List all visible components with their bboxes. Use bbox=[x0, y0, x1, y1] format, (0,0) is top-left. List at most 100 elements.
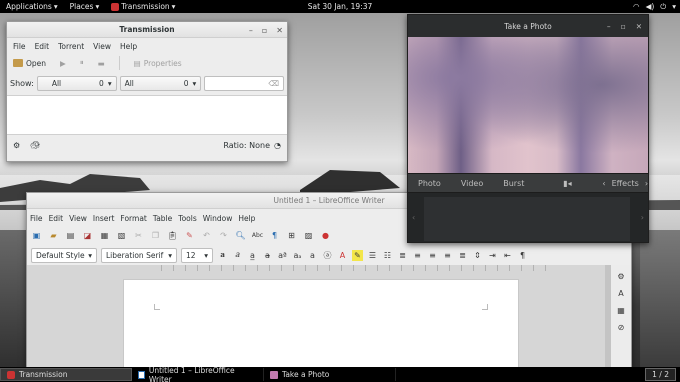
chevron-right-icon[interactable]: › bbox=[641, 213, 644, 222]
search-input[interactable]: ⌫ bbox=[204, 75, 284, 91]
menu-view[interactable]: View bbox=[69, 214, 87, 223]
open-folder-icon[interactable]: ▰ bbox=[48, 230, 59, 241]
bold-icon[interactable]: 𝐚 bbox=[217, 250, 228, 261]
mode-video[interactable]: Video bbox=[451, 179, 493, 188]
mode-burst[interactable]: Burst bbox=[493, 179, 534, 188]
formatting-marks-icon[interactable]: ¶ bbox=[269, 230, 280, 241]
insert-image-icon[interactable]: ▨ bbox=[303, 230, 314, 241]
clear-formatting-icon[interactable]: ⓐ bbox=[322, 250, 333, 261]
save-icon[interactable]: ▤ bbox=[65, 230, 76, 241]
activity-filter-select[interactable]: All 0 ▾ bbox=[36, 75, 117, 91]
open-button[interactable]: Open bbox=[13, 59, 46, 68]
taskbar-item-take-photo[interactable]: Take a Photo bbox=[264, 368, 396, 381]
shadow-icon[interactable]: a bbox=[307, 250, 318, 261]
font-color-icon[interactable]: A bbox=[337, 250, 348, 261]
export-pdf-icon[interactable]: ◪ bbox=[82, 230, 93, 241]
paste-icon[interactable]: 📋︎ bbox=[167, 230, 178, 241]
menu-tools[interactable]: Tools bbox=[178, 214, 196, 223]
clone-format-icon[interactable]: ✎ bbox=[184, 230, 195, 241]
outdent-icon[interactable]: ⇤ bbox=[502, 250, 513, 261]
insert-table-icon[interactable]: ⊞ bbox=[286, 230, 297, 241]
paragraph-dialog-icon[interactable]: ¶ bbox=[517, 250, 528, 261]
menu-view[interactable]: View bbox=[93, 42, 111, 51]
italic-icon[interactable]: 𝑎 bbox=[232, 250, 243, 261]
align-right-icon[interactable]: ≡ bbox=[442, 250, 453, 261]
chevron-right-icon[interactable]: › bbox=[645, 179, 648, 188]
insert-chart-icon[interactable]: ● bbox=[320, 230, 331, 241]
new-document-icon[interactable]: ▣ bbox=[31, 230, 42, 241]
subscript-icon[interactable]: aₐ bbox=[292, 250, 303, 261]
properties-button[interactable]: ▤ Properties bbox=[134, 59, 182, 68]
properties-icon[interactable]: ⚙ bbox=[616, 271, 627, 282]
take-photo-titlebar[interactable]: Take a Photo – ▫ ✕ bbox=[408, 15, 648, 37]
justify-icon[interactable]: ≣ bbox=[457, 250, 468, 261]
active-app-menu[interactable]: Transmission ▾ bbox=[105, 0, 181, 13]
styles-icon[interactable]: A bbox=[616, 288, 627, 299]
numbered-list-icon[interactable]: ☷ bbox=[382, 250, 393, 261]
ratio-icon[interactable]: ◔ bbox=[274, 141, 281, 150]
maximize-icon[interactable]: ▫ bbox=[262, 26, 267, 35]
tracker-filter-select[interactable]: All 0 ▾ bbox=[119, 75, 202, 91]
print-preview-icon[interactable]: ▧ bbox=[116, 230, 127, 241]
copy-icon[interactable]: ❐ bbox=[150, 230, 161, 241]
turtle-icon[interactable]: 🐢︎ bbox=[30, 141, 40, 150]
print-icon[interactable]: ▦ bbox=[99, 230, 110, 241]
highlight-icon[interactable]: ✎ bbox=[352, 249, 363, 261]
align-center-icon[interactable]: ≡ bbox=[427, 250, 438, 261]
workspace-pager[interactable]: 1 / 2 bbox=[645, 368, 676, 381]
system-menu[interactable]: ◠ ◀) ⏻ ▾ bbox=[633, 0, 676, 13]
menu-format[interactable]: Format bbox=[120, 214, 146, 223]
start-icon[interactable]: ▶ bbox=[60, 59, 66, 68]
applications-menu[interactable]: Applications ▾ bbox=[0, 0, 64, 13]
navigator-icon[interactable]: ⊘ bbox=[616, 322, 627, 333]
remove-icon[interactable]: ▬ bbox=[98, 59, 105, 68]
menu-file[interactable]: File bbox=[30, 214, 43, 223]
menu-insert[interactable]: Insert bbox=[93, 214, 115, 223]
effects-button[interactable]: Effects bbox=[606, 179, 645, 188]
menu-edit[interactable]: Edit bbox=[35, 42, 50, 51]
thumbnail-strip[interactable]: ‹ › bbox=[408, 193, 648, 242]
capture-icon[interactable]: ▮◂ bbox=[552, 179, 582, 188]
maximize-icon[interactable]: ▫ bbox=[621, 22, 626, 31]
paragraph-style-select[interactable]: Default Style ▾ bbox=[31, 247, 97, 263]
mode-photo[interactable]: Photo bbox=[408, 179, 451, 188]
indent-icon[interactable]: ⇥ bbox=[487, 250, 498, 261]
menu-window[interactable]: Window bbox=[203, 214, 233, 223]
cut-icon[interactable]: ✂ bbox=[133, 230, 144, 241]
close-icon[interactable]: ✕ bbox=[276, 26, 283, 35]
gear-icon[interactable]: ⚙ bbox=[13, 141, 20, 150]
find-replace-icon[interactable]: 🔍︎ bbox=[235, 230, 246, 241]
gallery-icon[interactable]: ▦ bbox=[616, 305, 627, 316]
undo-icon[interactable]: ↶ bbox=[201, 230, 212, 241]
font-size-select[interactable]: 12 ▾ bbox=[181, 247, 213, 263]
pause-icon[interactable]: ⏸ bbox=[80, 58, 84, 68]
document-page[interactable] bbox=[123, 279, 519, 368]
redo-icon[interactable]: ↷ bbox=[218, 230, 229, 241]
superscript-icon[interactable]: aª bbox=[277, 250, 288, 261]
taskbar-item-writer[interactable]: Untitled 1 – LibreOffice Writer bbox=[132, 366, 264, 382]
outline-icon[interactable]: ≣ bbox=[397, 250, 408, 261]
chevron-left-icon[interactable]: ‹ bbox=[412, 213, 415, 222]
spellcheck-icon[interactable]: Abc bbox=[252, 230, 263, 241]
close-icon[interactable]: ✕ bbox=[636, 22, 642, 31]
torrent-list[interactable] bbox=[7, 95, 287, 135]
line-spacing-icon[interactable]: ⇕ bbox=[472, 250, 483, 261]
horizontal-ruler[interactable] bbox=[161, 265, 551, 271]
taskbar-item-transmission[interactable]: Transmission bbox=[0, 368, 132, 381]
minimize-icon[interactable]: – bbox=[249, 26, 253, 35]
clear-icon[interactable]: ⌫ bbox=[268, 79, 279, 88]
transmission-titlebar[interactable]: Transmission – ▫ ✕ bbox=[7, 22, 287, 38]
menu-torrent[interactable]: Torrent bbox=[58, 42, 84, 51]
places-menu[interactable]: Places ▾ bbox=[64, 0, 106, 13]
menu-help[interactable]: Help bbox=[238, 214, 255, 223]
strikethrough-icon[interactable]: a̶ bbox=[262, 250, 273, 261]
font-name-select[interactable]: Liberation Serif ▾ bbox=[101, 247, 177, 263]
align-left-icon[interactable]: ≡ bbox=[412, 250, 423, 261]
menu-edit[interactable]: Edit bbox=[49, 214, 64, 223]
underline-icon[interactable]: a̲ bbox=[247, 250, 258, 261]
menu-file[interactable]: File bbox=[13, 42, 26, 51]
minimize-icon[interactable]: – bbox=[607, 22, 611, 31]
menu-help[interactable]: Help bbox=[120, 42, 137, 51]
bullet-list-icon[interactable]: ☰ bbox=[367, 250, 378, 261]
menu-table[interactable]: Table bbox=[153, 214, 172, 223]
